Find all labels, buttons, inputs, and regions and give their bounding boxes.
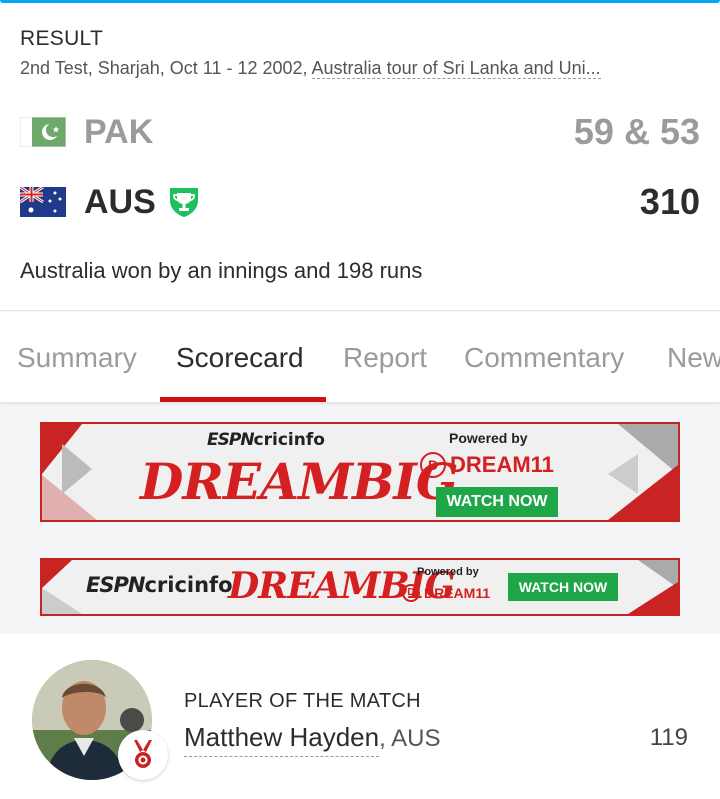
powered-by-label: Powered by xyxy=(417,566,479,578)
banner-slogan: DREAMBIG xyxy=(140,452,459,511)
player-of-match-card[interactable]: PLAYER OF THE MATCH Matthew Hayden, AUS … xyxy=(0,634,720,799)
team-score: 59 & 53 xyxy=(573,111,700,152)
team-name: PAK xyxy=(84,112,154,151)
brand-name: cricinfo xyxy=(144,573,233,597)
match-status: RESULT xyxy=(20,27,104,50)
brand-name: cricinfo xyxy=(253,430,325,450)
match-info: 2nd Test, Sharjah, Oct 11 - 12 2002, Aus… xyxy=(20,58,710,79)
series-link[interactable]: Australia tour of Sri Lanka and Uni... xyxy=(311,58,601,79)
decor-triangle xyxy=(608,454,638,494)
dream11-logo: D DREAM11 xyxy=(402,584,490,602)
match-details: 2nd Test, Sharjah, Oct 11 - 12 2002, xyxy=(20,58,312,78)
team-score: 310 xyxy=(639,181,700,222)
match-tabs: Summary Scorecard Report Commentary News xyxy=(0,312,720,402)
powered-by-label: Powered by xyxy=(449,430,528,446)
pakistan-flag-icon xyxy=(20,117,66,147)
potm-label: PLAYER OF THE MATCH xyxy=(184,690,421,712)
potm-name-row: Matthew Hayden, AUS xyxy=(184,722,441,757)
decor-triangle xyxy=(42,560,72,588)
espncricinfo-logo: ESPNcricinfo xyxy=(86,573,233,597)
brand-prefix: ESPN xyxy=(207,430,255,450)
decor-triangle xyxy=(42,588,82,614)
player-score: 119 xyxy=(649,724,688,751)
tab-summary[interactable]: Summary xyxy=(17,342,137,374)
tab-commentary[interactable]: Commentary xyxy=(464,342,624,374)
player-name-link[interactable]: Matthew Hayden xyxy=(184,722,380,757)
ad-banner-small[interactable]: ESPNcricinfo DREAMBIG Powered by D DREAM… xyxy=(40,558,680,616)
watch-now-button[interactable]: WATCH NOW xyxy=(508,573,618,601)
dream11-icon: D xyxy=(402,584,420,602)
player-team: , AUS xyxy=(379,725,441,752)
dream11-logo: D DREAM11 xyxy=(420,452,554,478)
team-row-aus[interactable]: AUS 310 xyxy=(20,177,700,227)
dream11-icon: D xyxy=(420,452,446,478)
tab-report[interactable]: Report xyxy=(343,342,427,374)
australia-flag-icon xyxy=(20,187,66,217)
team-name: AUS xyxy=(84,182,156,221)
medal-icon xyxy=(118,730,168,780)
watch-now-button[interactable]: WATCH NOW xyxy=(436,487,558,517)
decor-triangle xyxy=(628,582,678,614)
tab-news[interactable]: News xyxy=(667,342,720,374)
decor-triangle xyxy=(62,444,92,494)
ad-banner-large[interactable]: ESPNcricinfo DREAMBIG Powered by D DREAM… xyxy=(40,422,680,522)
tab-scorecard[interactable]: Scorecard xyxy=(176,342,304,374)
team-row-pak[interactable]: PAK 59 & 53 xyxy=(20,107,700,157)
match-header-card: RESULT 2nd Test, Sharjah, Oct 11 - 12 20… xyxy=(0,3,720,311)
espncricinfo-logo: ESPNcricinfo xyxy=(207,430,325,450)
active-tab-indicator xyxy=(160,397,326,402)
brand-prefix: ESPN xyxy=(86,573,145,597)
match-result: Australia won by an innings and 198 runs xyxy=(20,258,423,283)
trophy-icon xyxy=(169,188,198,217)
sponsor-name: DREAM11 xyxy=(424,585,491,601)
sponsor-name: DREAM11 xyxy=(450,452,554,477)
